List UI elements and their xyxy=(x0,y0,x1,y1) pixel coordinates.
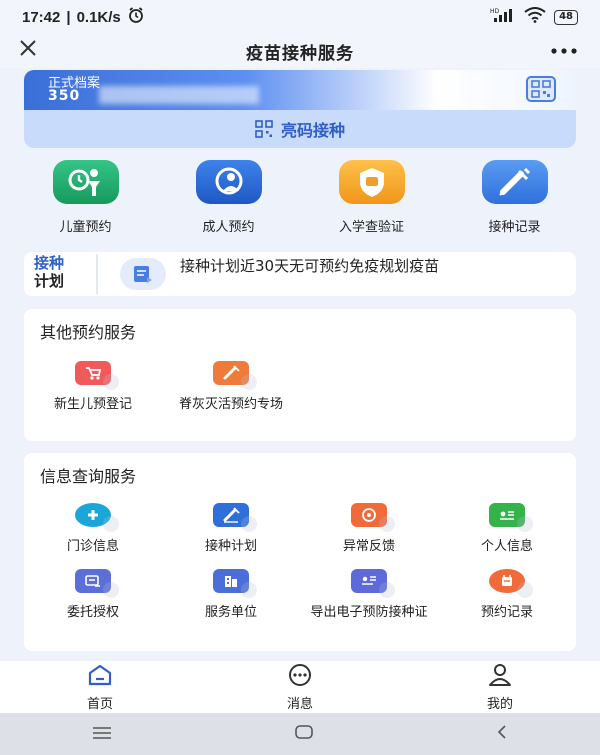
record-icon xyxy=(489,569,533,598)
authorization-label: 委托授权 xyxy=(66,605,119,620)
vaccination-record-button[interactable]: 接种记录 xyxy=(443,160,586,240)
nav-bar: 疫苗接种服务 xyxy=(0,34,600,68)
building-icon xyxy=(213,569,257,598)
signal-icon: HD xyxy=(490,7,516,27)
alarm-icon xyxy=(127,6,145,28)
svg-text:HD: HD xyxy=(490,8,500,15)
vaccination-plan-banner[interactable]: 接种 计划 接种计划近30天无可预约免疫规划疫苗 xyxy=(24,252,576,296)
page-title: 疫苗接种服务 xyxy=(246,43,354,64)
authorization-button[interactable]: 委托授权 xyxy=(24,569,162,621)
status-speed: 0.1K/s xyxy=(76,8,121,26)
masked-id xyxy=(99,86,259,104)
wifi-icon xyxy=(524,7,546,27)
vaccination-record-label: 接种记录 xyxy=(488,220,541,235)
export-certificate-button[interactable]: 导出电子预防接种证 xyxy=(300,569,438,621)
status-bar: 17:42 | 0.1K/s HD 48 xyxy=(0,0,600,34)
archive-header: 正式档案 350 xyxy=(24,70,576,110)
tab-messages[interactable]: 消息 xyxy=(240,663,360,712)
school-check-label: 入学查验证 xyxy=(338,220,404,235)
vaccination-plan-label: 接种计划 xyxy=(204,539,257,554)
clinic-info-label: 门诊信息 xyxy=(66,539,119,554)
polio-special-label: 脊灰灭活预约专场 xyxy=(178,397,283,412)
plan-message: 接种计划近30天无可预约免疫规划疫苗 xyxy=(180,256,440,275)
service-unit-label: 服务单位 xyxy=(204,605,257,620)
back-icon[interactable] xyxy=(495,724,509,744)
show-code-label: 亮码接种 xyxy=(280,121,345,140)
school-check-button[interactable]: 入学查验证 xyxy=(300,160,443,240)
tab-home[interactable]: 首页 xyxy=(40,663,160,712)
abnormal-feedback-label: 异常反馈 xyxy=(342,539,395,554)
battery-icon: 48 xyxy=(554,9,578,25)
appointment-record-button[interactable]: 预约记录 xyxy=(438,569,576,621)
qr-code-icon xyxy=(255,120,273,138)
close-icon[interactable] xyxy=(18,38,38,64)
archive-id: 350 xyxy=(48,88,81,104)
plan-badge: 接种 计划 xyxy=(34,254,98,294)
qr-card: 正式档案 350 亮码接种 xyxy=(24,70,576,148)
syringe-icon xyxy=(481,160,548,204)
home-button-icon[interactable] xyxy=(294,724,314,744)
status-right: HD 48 xyxy=(490,7,578,27)
main-services: 儿童预约 成人预约 入学查验证 接种记录 xyxy=(14,160,586,240)
section-title: 信息查询服务 xyxy=(40,467,137,486)
newborn-registration-label: 新生儿预登记 xyxy=(53,397,132,412)
plan-badge-line1: 接种 xyxy=(34,254,65,272)
status-separator: | xyxy=(66,8,71,26)
status-time: 17:42 xyxy=(22,8,61,26)
abnormal-feedback-button[interactable]: 异常反馈 xyxy=(300,503,438,555)
tab-messages-label: 消息 xyxy=(286,696,313,712)
personal-info-button[interactable]: 个人信息 xyxy=(438,503,576,555)
medical-cross-icon xyxy=(75,503,119,532)
section-title: 其他预约服务 xyxy=(40,323,137,342)
newborn-registration-button[interactable]: 新生儿预登记 xyxy=(24,361,162,413)
user-icon xyxy=(487,663,513,691)
clinic-info-button[interactable]: 门诊信息 xyxy=(24,503,162,555)
polio-special-button[interactable]: 脊灰灭活预约专场 xyxy=(162,361,300,413)
status-left: 17:42 | 0.1K/s xyxy=(22,6,145,28)
shield-icon xyxy=(338,160,405,204)
child-appointment-label: 儿童预约 xyxy=(59,220,112,235)
message-icon xyxy=(286,663,314,691)
info-services-card: 信息查询服务 门诊信息 接种计划 异常反馈 个人信息 委托授权 服务单位 导出电… xyxy=(24,453,576,651)
adult-appointment-label: 成人预约 xyxy=(202,220,255,235)
authorization-icon xyxy=(75,569,119,598)
syringe-icon xyxy=(213,361,257,390)
feedback-icon xyxy=(351,503,395,532)
tab-home-label: 首页 xyxy=(86,696,113,712)
appointment-record-label: 预约记录 xyxy=(480,605,533,620)
certificate-icon xyxy=(351,569,395,598)
plan-badge-line2: 计划 xyxy=(34,272,65,290)
adult-appointment-button[interactable]: 成人预约 xyxy=(157,160,300,240)
stroller-icon xyxy=(75,361,119,390)
export-certificate-label: 导出电子预防接种证 xyxy=(310,605,428,620)
syringe-icon xyxy=(213,503,257,532)
show-code-button[interactable]: 亮码接种 xyxy=(24,110,576,148)
tab-mine[interactable]: 我的 xyxy=(440,663,560,712)
menu-icon[interactable] xyxy=(91,725,113,744)
vaccination-plan-button[interactable]: 接种计划 xyxy=(162,503,300,555)
child-appointment-button[interactable]: 儿童预约 xyxy=(14,160,157,240)
document-icon xyxy=(120,258,166,290)
child-icon xyxy=(52,160,119,204)
tab-mine-label: 我的 xyxy=(486,696,513,712)
bottom-tab-bar: 首页 消息 我的 xyxy=(0,661,600,713)
system-navigation-bar xyxy=(0,713,600,755)
home-icon xyxy=(87,663,113,691)
service-unit-button[interactable]: 服务单位 xyxy=(162,569,300,621)
personal-info-label: 个人信息 xyxy=(480,539,533,554)
more-icon[interactable] xyxy=(550,36,578,61)
adult-icon xyxy=(195,160,262,204)
other-services-card: 其他预约服务 新生儿预登记 脊灰灭活预约专场 xyxy=(24,309,576,441)
id-card-icon xyxy=(489,503,533,532)
qr-code-icon[interactable] xyxy=(526,76,556,102)
